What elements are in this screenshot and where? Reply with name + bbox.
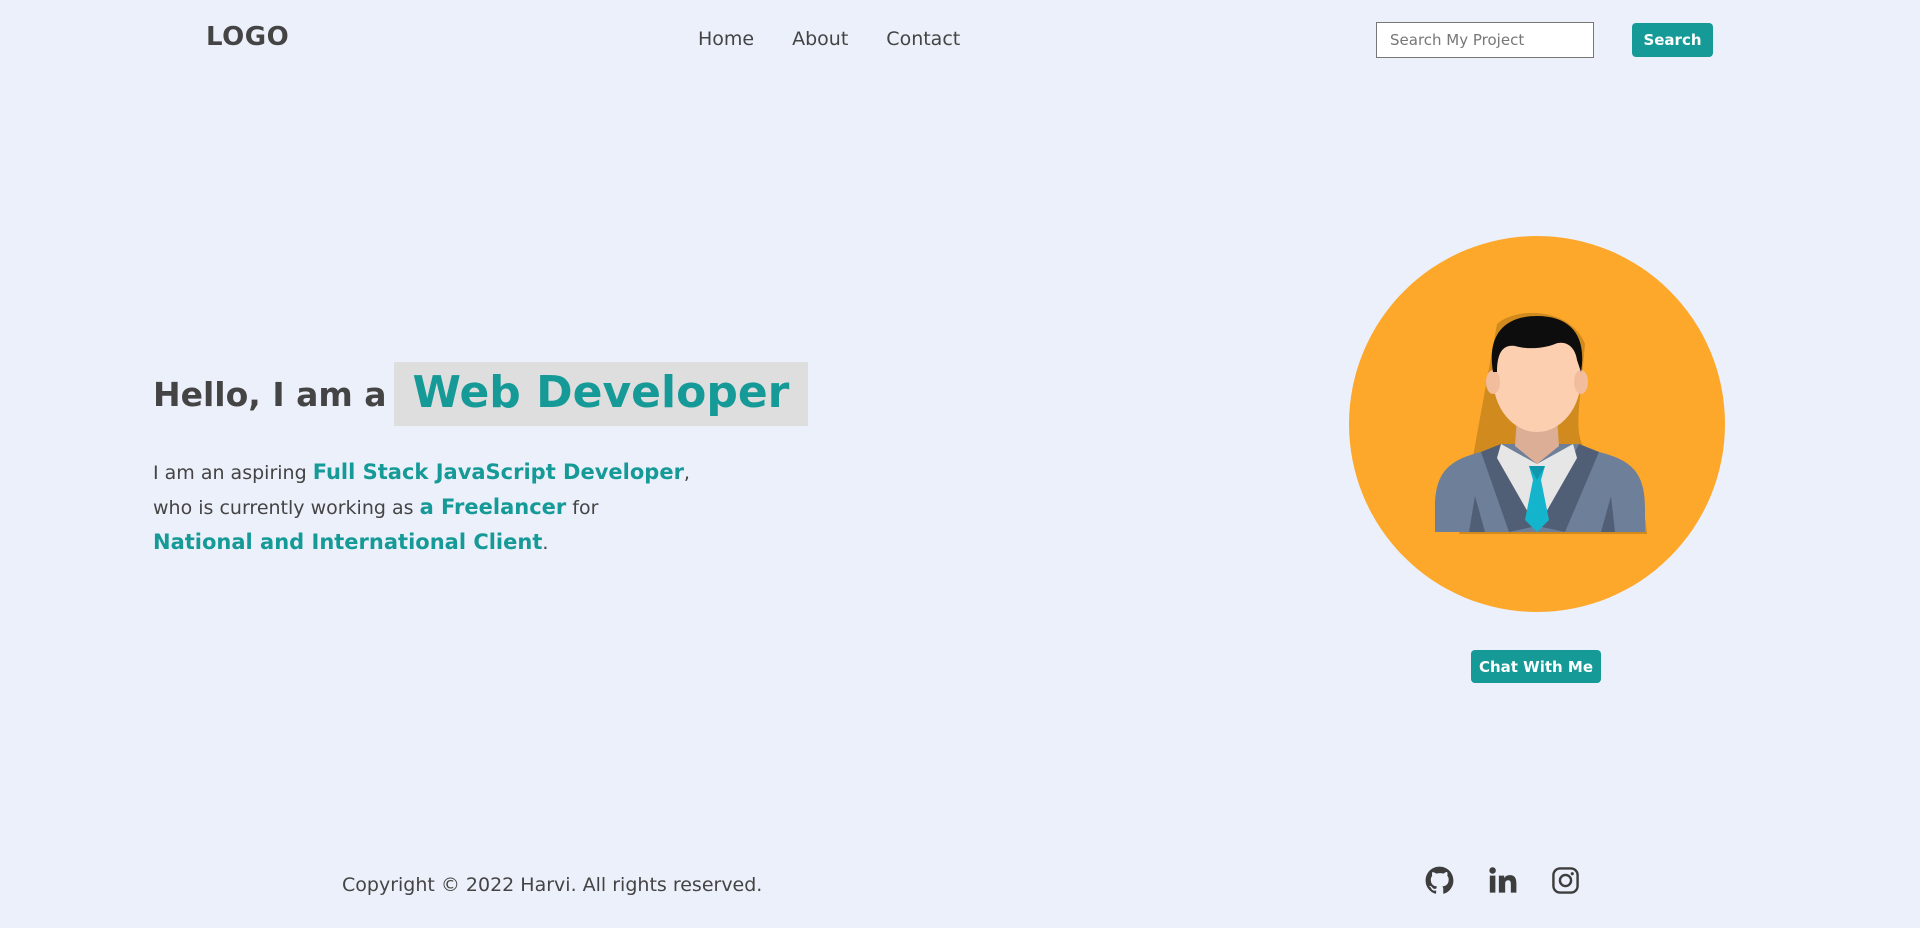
copyright-text: Copyright © 2022 Harvi. All rights reser… bbox=[342, 874, 763, 896]
bio-text: I am an aspiring bbox=[153, 462, 313, 484]
bio-text: who is currently working as bbox=[153, 497, 420, 519]
hero-bio: I am an aspiring Full Stack JavaScript D… bbox=[153, 455, 773, 560]
linkedin-icon[interactable] bbox=[1488, 866, 1517, 895]
page: LOGO Home About Contact Search Hello, I … bbox=[0, 0, 1920, 928]
nav-link-about[interactable]: About bbox=[792, 28, 848, 50]
bio-text: for bbox=[566, 497, 599, 519]
logo[interactable]: LOGO bbox=[206, 22, 289, 52]
github-icon[interactable] bbox=[1425, 866, 1454, 895]
bio-text: , bbox=[683, 462, 690, 484]
nav-link-contact[interactable]: Contact bbox=[886, 28, 960, 50]
businessman-avatar-icon bbox=[1349, 236, 1725, 612]
bio-highlight-job: a Freelancer bbox=[419, 495, 567, 519]
bio-highlight-clients: National and International Client bbox=[153, 530, 543, 554]
hero-role: Web Developer bbox=[393, 362, 809, 426]
search-button[interactable]: Search bbox=[1632, 23, 1713, 57]
bio-text: . bbox=[542, 532, 549, 554]
main-nav: Home About Contact bbox=[698, 28, 960, 50]
bio-highlight-role: Full Stack JavaScript Developer bbox=[312, 460, 684, 484]
search-input[interactable] bbox=[1376, 22, 1594, 58]
social-links bbox=[1425, 866, 1580, 895]
hero-heading: Hello, I am a Web Developer bbox=[153, 362, 809, 426]
chat-with-me-button[interactable]: Chat With Me bbox=[1471, 650, 1601, 683]
hero-greeting: Hello, I am a bbox=[153, 374, 387, 414]
nav-link-home[interactable]: Home bbox=[698, 28, 754, 50]
instagram-icon[interactable] bbox=[1551, 866, 1580, 895]
